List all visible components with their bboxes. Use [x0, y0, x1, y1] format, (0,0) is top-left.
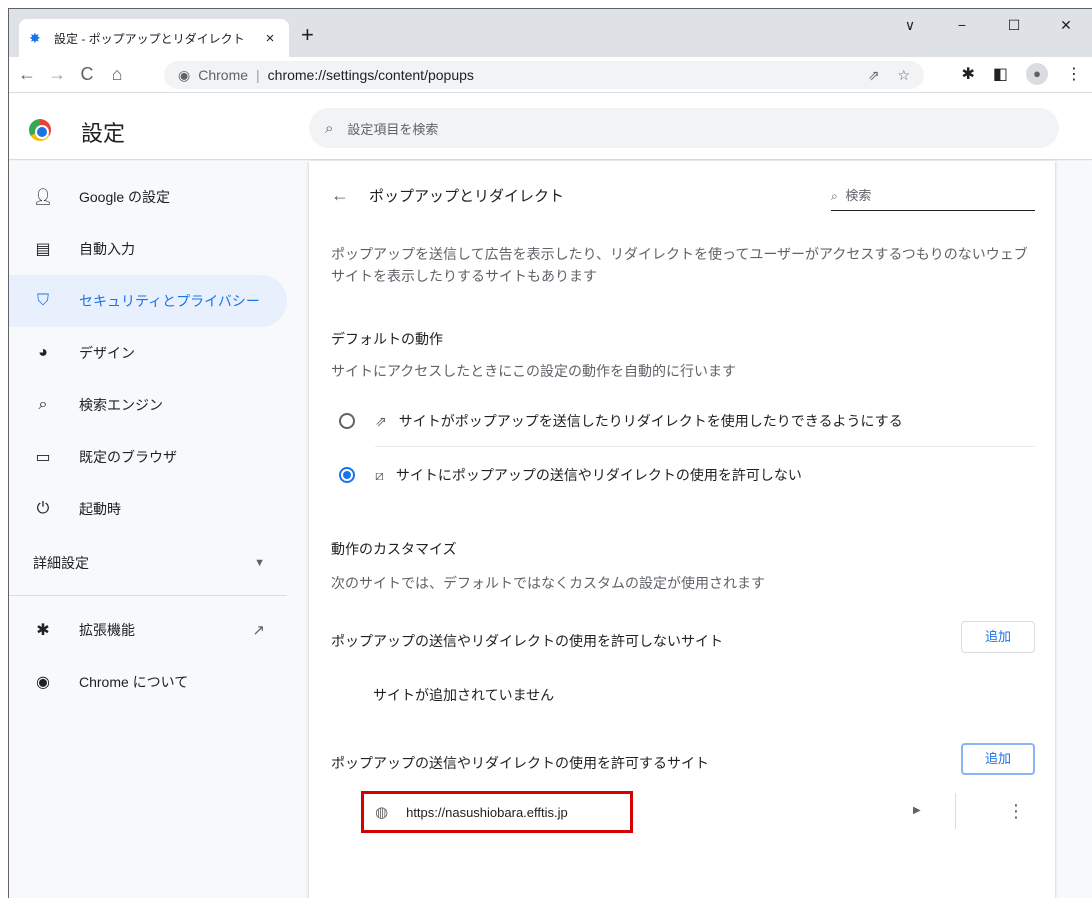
open-external-icon: ↗	[252, 622, 265, 639]
sidebar-item-on-startup[interactable]: ⏻ 起動時	[9, 483, 287, 535]
extensions-puzzle-icon[interactable]: ✱	[961, 64, 974, 84]
gear-icon: ✸	[29, 30, 41, 46]
sidebar-item-label: 自動入力	[79, 241, 135, 257]
page-title: ポップアップとリダイレクト	[369, 188, 565, 205]
sidebar-item-default-browser[interactable]: ▭ 既定のブラウザ	[9, 431, 287, 483]
highlight-box	[361, 791, 633, 833]
shield-icon: ⛉	[36, 292, 49, 309]
no-sites-message: サイトが追加されていません	[373, 687, 555, 703]
sidebar-item-label: 検索エンジン	[79, 397, 163, 413]
sidebar-item-label: 既定のブラウザ	[79, 449, 177, 465]
search-icon: ⌕	[325, 119, 334, 137]
settings-card: ← ポップアップとリダイレクト ⌕ 検索 ポップアップを送信して広告を表示したり…	[309, 161, 1055, 898]
radio-option-allow[interactable]: ⇗ サイトがポップアップを送信したりリダイレクトを使用したりできるようにする	[339, 411, 903, 431]
back-button[interactable]: ←	[15, 64, 39, 85]
sidebar-item-label: セキュリティとプライバシー	[79, 293, 260, 309]
tab-close-button[interactable]: ×	[261, 30, 279, 47]
sidebar-item-about[interactable]: ◉ Chrome について	[9, 656, 287, 708]
address-bar[interactable]: ◉ Chrome | chrome://settings/content/pop…	[164, 61, 924, 89]
search-icon: ⌕	[831, 189, 838, 203]
more-actions-icon[interactable]: ⋮	[1007, 801, 1025, 822]
customize-heading: 動作のカスタマイズ	[331, 541, 457, 557]
radio-option-block[interactable]: ⧄ サイトにポップアップの送信やリダイレクトの使用を許可しない	[339, 465, 802, 485]
sidebar-advanced[interactable]: 詳細設定 ▼	[9, 535, 287, 591]
settings-header: 設定 ⌕ 設定項目を検索	[9, 94, 1092, 160]
block-list-title: ポップアップの送信やリダイレクトの使用を許可しないサイト	[331, 633, 723, 649]
search-icon: ⌕	[38, 396, 48, 413]
page-search-input[interactable]: ⌕ 検索	[831, 185, 1035, 211]
toolbar: ← → C ⌂ ◉ Chrome | chrome://settings/con…	[9, 57, 1092, 93]
profile-avatar-icon[interactable]: ●	[1026, 63, 1048, 85]
row-separator	[955, 793, 956, 829]
search-placeholder: 設定項目を検索	[347, 121, 439, 137]
advanced-label: 詳細設定	[33, 555, 89, 571]
minimize-button[interactable]: −	[936, 9, 988, 41]
chevron-down-icon: ▼	[254, 557, 265, 569]
url-text: chrome://settings/content/popups	[267, 67, 474, 83]
default-behavior-heading: デフォルトの動作	[331, 331, 443, 347]
sidebar-divider	[9, 595, 287, 596]
sidebar: 👤︎ Google の設定 ▤ 自動入力 ⛉ セキュリティとプライバシー ◕ デ…	[9, 161, 301, 898]
tab-title: 設定 - ポップアップとリダイレクト	[54, 31, 245, 46]
tab-settings[interactable]: ✸ 設定 - ポップアップとリダイレクト ×	[19, 19, 289, 57]
radio-button-block[interactable]	[339, 467, 355, 483]
sidebar-item-label: 拡張機能	[79, 622, 135, 638]
forward-button[interactable]: →	[45, 64, 69, 85]
puzzle-icon: ✱	[36, 622, 50, 639]
main-content: ← ポップアップとリダイレクト ⌕ 検索 ポップアップを送信して広告を表示したり…	[301, 161, 1092, 898]
sidebar-item-autofill[interactable]: ▤ 自動入力	[9, 223, 287, 275]
clipboard-icon: ▤	[35, 241, 51, 258]
sidebar-item-search-engine[interactable]: ⌕ 検索エンジン	[9, 379, 287, 431]
page-description: ポップアップを送信して広告を表示したり、リダイレクトを使ってユーザーがアクセスす…	[331, 246, 1028, 284]
radio-label-allow: サイトがポップアップを送信したりリダイレクトを使用したりできるようにする	[398, 413, 903, 429]
sidebar-item-google[interactable]: 👤︎ Google の設定	[9, 171, 287, 223]
radio-label-block: サイトにポップアップの送信やリダイレクトの使用を許可しない	[395, 467, 802, 483]
sidebar-item-label: デザイン	[79, 345, 135, 361]
chrome-icon: ◉	[178, 66, 191, 83]
person-icon: 👤︎	[33, 189, 54, 206]
sidebar-item-security[interactable]: ⛉ セキュリティとプライバシー	[9, 275, 287, 327]
allow-list-title: ポップアップの送信やリダイレクトの使用を許可するサイト	[331, 755, 709, 771]
option-divider	[375, 446, 1035, 447]
palette-icon: ◕	[38, 344, 48, 361]
settings-search-input[interactable]: ⌕ 設定項目を検索	[309, 108, 1059, 148]
arrow-right-icon[interactable]: ▶	[913, 805, 921, 816]
side-panel-icon[interactable]: ◧	[993, 64, 1008, 84]
tab-search-button[interactable]: ∨	[884, 9, 936, 41]
toolbar-icons: ✱ ◧ ● ⋮	[961, 63, 1082, 85]
browser-icon: ▭	[35, 449, 51, 466]
browser-window: ✸ 設定 - ポップアップとリダイレクト × + ∨ − ☐ ✕ ← → C ⌂…	[8, 8, 1092, 898]
back-arrow-icon[interactable]: ←	[331, 185, 349, 206]
popup-blocked-icon: ⧄	[375, 466, 384, 483]
power-icon: ⏻	[36, 500, 50, 517]
sidebar-item-appearance[interactable]: ◕ デザイン	[9, 327, 287, 379]
sidebar-item-extensions[interactable]: ✱ 拡張機能 ↗	[9, 604, 287, 656]
menu-kebab-icon[interactable]: ⋮	[1066, 64, 1082, 84]
add-allow-site-button[interactable]: 追加	[961, 743, 1035, 775]
tab-strip: ✸ 設定 - ポップアップとリダイレクト × + ∨ − ☐ ✕	[9, 9, 1092, 57]
close-window-button[interactable]: ✕	[1040, 9, 1092, 41]
chrome-logo-icon	[29, 119, 51, 141]
add-block-site-button[interactable]: 追加	[961, 621, 1035, 653]
share-icon[interactable]: ⇗	[868, 67, 880, 84]
bookmark-star-icon[interactable]: ☆	[897, 67, 910, 84]
home-button[interactable]: ⌂	[105, 64, 129, 85]
new-tab-button[interactable]: +	[301, 23, 314, 47]
sidebar-item-label: 起動時	[79, 501, 121, 517]
window-controls: ∨ − ☐ ✕	[884, 9, 1092, 41]
open-in-new-icon: ⇗	[375, 412, 387, 429]
page-search-label: 検索	[845, 188, 872, 203]
separator: |	[256, 67, 260, 83]
radio-button-allow[interactable]	[339, 413, 355, 429]
default-behavior-subtitle: サイトにアクセスしたときにこの設定の動作を自動的に行います	[331, 363, 737, 379]
sidebar-item-label: Google の設定	[79, 189, 171, 205]
sidebar-item-label: Chrome について	[79, 674, 189, 690]
maximize-button[interactable]: ☐	[988, 9, 1040, 41]
chrome-icon: ◉	[36, 674, 50, 691]
site-label: Chrome	[198, 67, 249, 83]
customize-subtitle: 次のサイトでは、デフォルトではなくカスタムの設定が使用されます	[331, 575, 765, 591]
settings-title: 設定	[81, 121, 126, 146]
reload-button[interactable]: C	[75, 64, 99, 85]
